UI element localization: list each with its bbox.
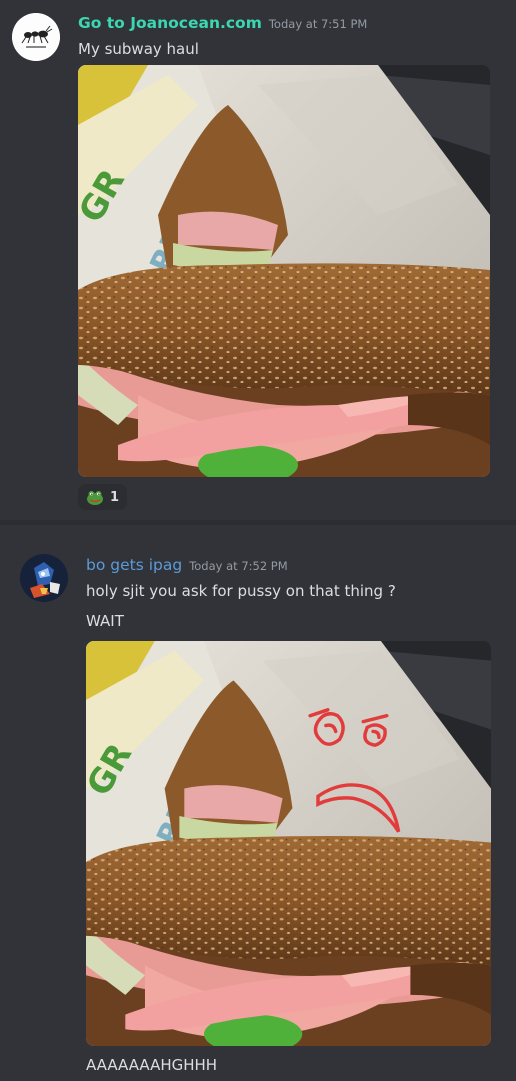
message-text-line-3: AAAAAAAHGHHH: [86, 1056, 218, 1074]
message-1: Go to Joanocean.com Today at 7:51 PM My …: [0, 0, 516, 520]
subway-sandwich-photo-with-face-drawing[interactable]: [86, 641, 491, 1046]
username[interactable]: bo gets ipag: [86, 556, 182, 574]
timestamp[interactable]: Today at 7:52 PM: [189, 559, 287, 573]
ant-avatar-icon[interactable]: [12, 13, 60, 61]
message-header: bo gets ipag Today at 7:52 PM: [86, 556, 288, 574]
timestamp[interactable]: Today at 7:51 PM: [269, 17, 367, 31]
message-text-line-2: WAIT: [86, 612, 124, 630]
username[interactable]: Go to Joanocean.com: [78, 14, 262, 32]
frog-emoji-icon: [87, 491, 103, 505]
message-text: My subway haul: [78, 40, 199, 58]
message-2: bo gets ipag Today at 7:52 PM holy sjit …: [0, 525, 516, 1081]
reaction-count: 1: [110, 489, 120, 505]
robot-avatar-icon[interactable]: [20, 554, 68, 602]
message-text-line-1: holy sjit you ask for pussy on that thin…: [86, 582, 396, 600]
reaction-pill[interactable]: 1: [78, 484, 128, 510]
subway-sandwich-photo[interactable]: [78, 65, 490, 477]
message-header: Go to Joanocean.com Today at 7:51 PM: [78, 14, 367, 32]
